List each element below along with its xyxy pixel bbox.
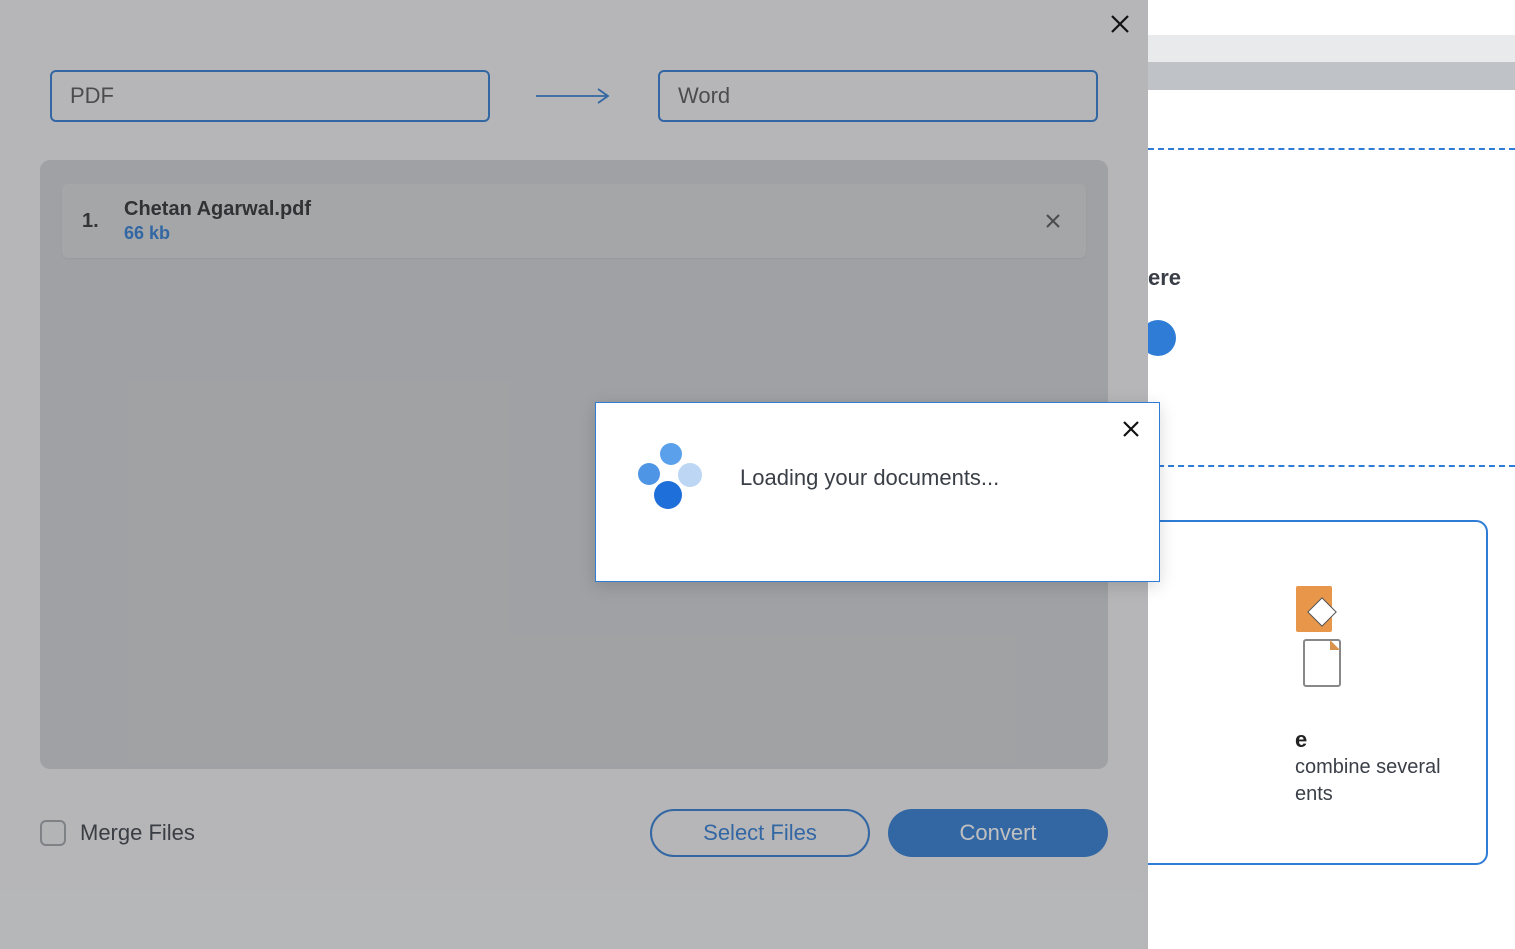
background-toolbar-light	[1148, 35, 1515, 62]
background-page: ere e combine several ents	[1148, 0, 1515, 949]
dropzone-top-border	[1148, 148, 1515, 150]
close-icon	[1121, 419, 1141, 439]
merge-files-label: Merge Files	[80, 820, 195, 846]
dropzone-hint-fragment: ere	[1148, 265, 1181, 291]
modal-bottom-bar: Merge Files Select Files Convert	[40, 807, 1108, 859]
source-format-select[interactable]: PDF	[50, 70, 490, 122]
close-icon	[1045, 213, 1061, 229]
spinner-icon	[636, 443, 706, 513]
file-meta: Chetan Agarwal.pdf 66 kb	[124, 198, 1022, 244]
file-name: Chetan Agarwal.pdf	[124, 198, 1022, 221]
document-merge-icon	[1290, 582, 1345, 692]
target-format-value: Word	[678, 83, 730, 109]
close-icon	[1108, 12, 1132, 36]
arrow-icon	[490, 87, 658, 105]
background-toolbar-dark	[1148, 62, 1515, 90]
file-row: 1. Chetan Agarwal.pdf 66 kb	[62, 184, 1086, 258]
format-row: PDF Word	[50, 70, 1098, 122]
remove-file-button[interactable]	[1040, 208, 1066, 234]
source-format-value: PDF	[70, 83, 114, 109]
convert-button[interactable]: Convert	[888, 809, 1108, 857]
file-size: 66 kb	[124, 223, 1022, 244]
feature-card-merge[interactable]: e combine several ents	[1108, 520, 1488, 865]
loading-body: Loading your documents...	[636, 443, 1119, 513]
loading-dialog: Loading your documents...	[595, 402, 1160, 582]
select-files-button[interactable]: Select Files	[650, 809, 870, 857]
feature-card-desc-line2: ents	[1295, 783, 1333, 805]
select-files-label: Select Files	[703, 820, 817, 846]
dropzone-bottom-border	[1148, 465, 1515, 467]
close-modal-button[interactable]	[1104, 8, 1136, 40]
close-loading-button[interactable]	[1117, 415, 1145, 443]
target-format-select[interactable]: Word	[658, 70, 1098, 122]
feature-card-title-fragment: e	[1295, 727, 1307, 753]
feature-card-desc-fragment: combine several ents	[1295, 754, 1466, 808]
checkbox-box	[40, 820, 66, 846]
merge-files-checkbox[interactable]: Merge Files	[40, 820, 195, 846]
loading-message: Loading your documents...	[740, 465, 999, 491]
file-index: 1.	[82, 210, 106, 233]
feature-card-desc-line1: combine several	[1295, 756, 1441, 778]
convert-label: Convert	[959, 820, 1036, 846]
